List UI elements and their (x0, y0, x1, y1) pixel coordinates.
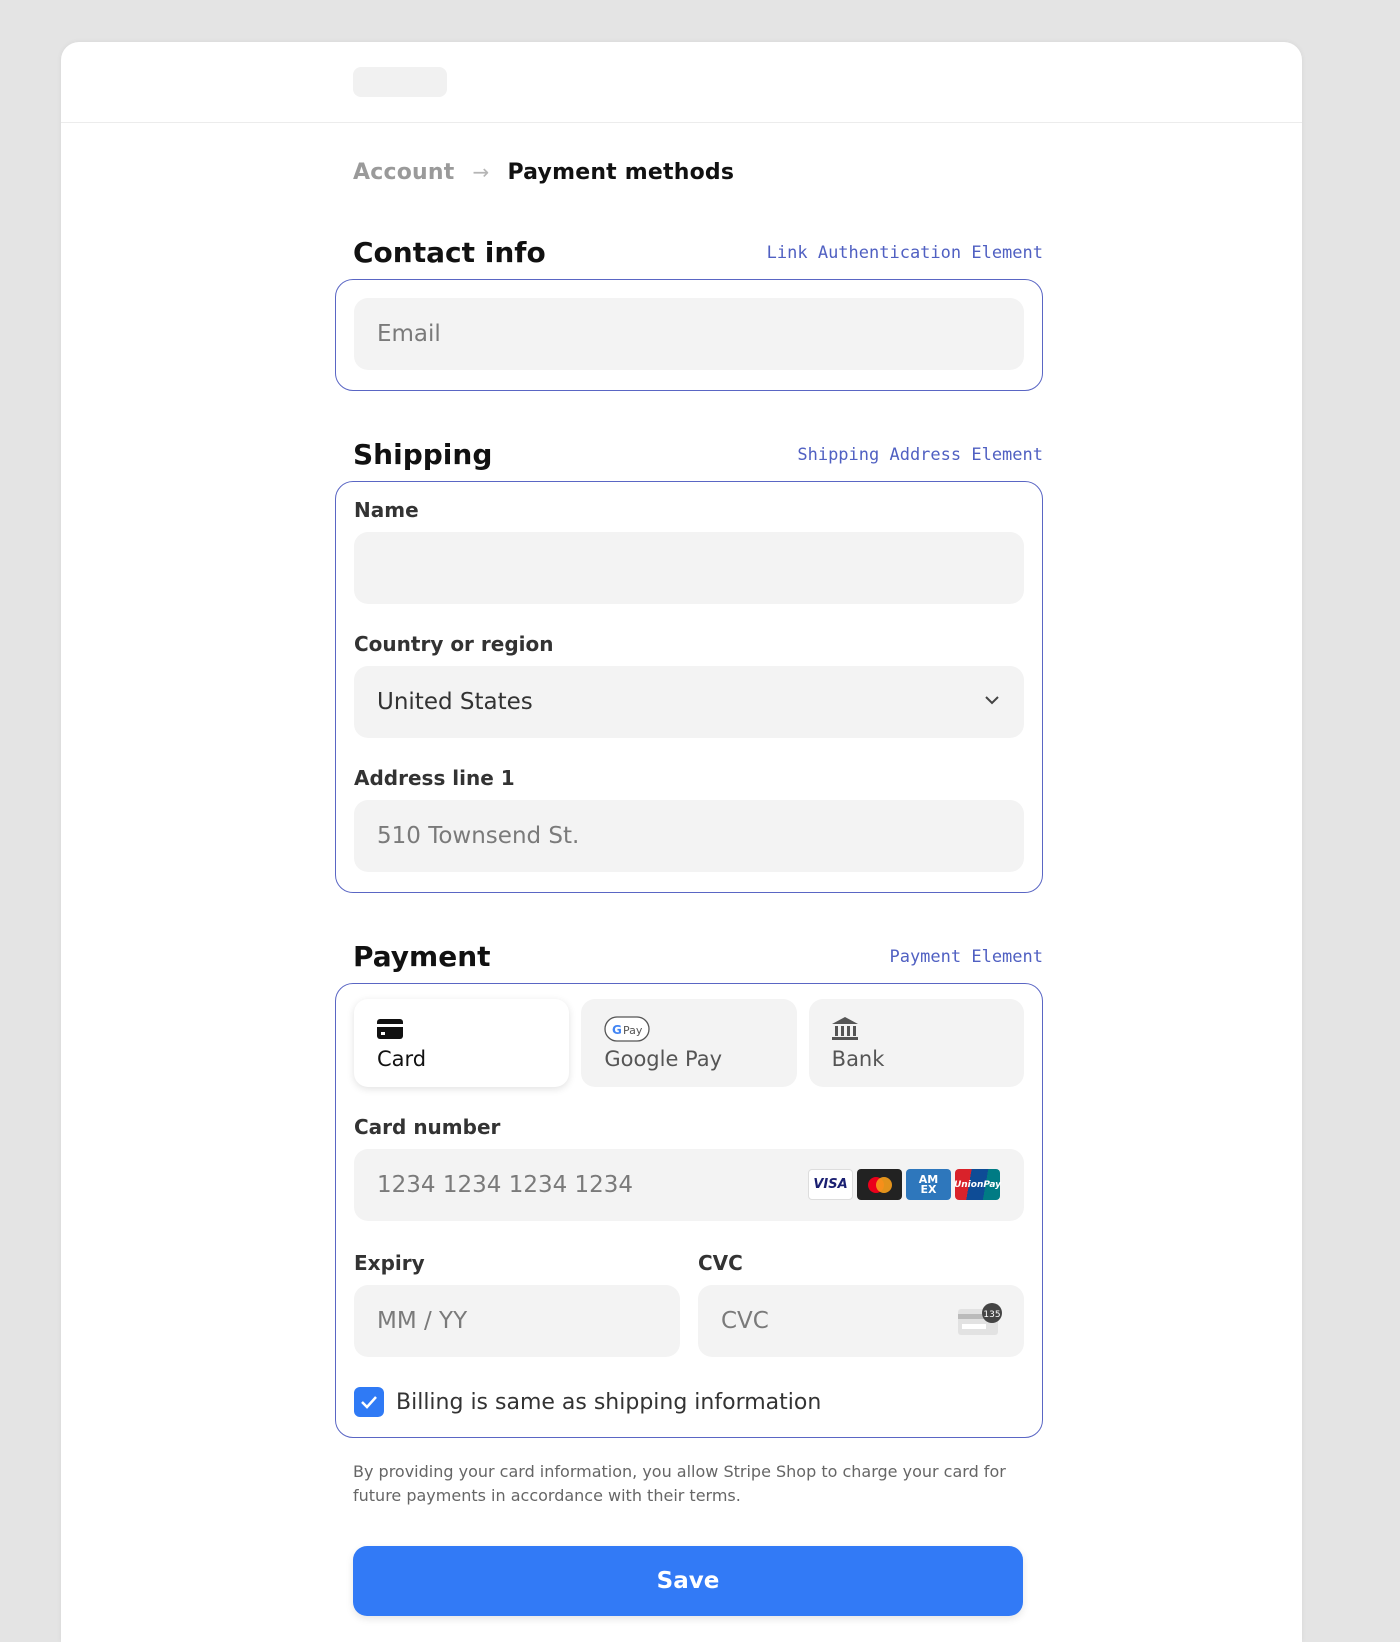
cvc-input[interactable]: CVC 135 (698, 1285, 1024, 1357)
expiry-label: Expiry (354, 1251, 425, 1275)
breadcrumb: Account → Payment methods (353, 157, 1023, 187)
checkmark-icon (361, 1396, 377, 1409)
contact-panel: Email (335, 279, 1043, 391)
contact-element-tag: Link Authentication Element (766, 243, 1043, 263)
cvc-label: CVC (698, 1251, 743, 1275)
name-input[interactable] (354, 532, 1024, 604)
billing-same-label[interactable]: Billing is same as shipping information (396, 1390, 821, 1415)
main-content: Account → Payment methods Contact info L… (335, 123, 1043, 1616)
contact-title: Contact info (353, 236, 546, 269)
card-number-placeholder: 1234 1234 1234 1234 (377, 1172, 634, 1198)
address-label: Address line 1 (354, 766, 515, 790)
top-bar (61, 42, 1302, 123)
shipping-section-header: Shipping Shipping Address Element (353, 427, 1043, 471)
cvc-placeholder: CVC (721, 1308, 769, 1334)
country-value: United States (377, 689, 533, 715)
name-label: Name (354, 498, 419, 522)
shipping-element-tag: Shipping Address Element (797, 445, 1043, 465)
arrow-right-icon: → (472, 160, 490, 184)
logo-placeholder (353, 67, 447, 97)
app-window: Account → Payment methods Contact info L… (61, 42, 1302, 1642)
card-number-label: Card number (354, 1115, 501, 1139)
tab-bank-label: Bank (831, 1047, 885, 1071)
contact-section-header: Contact info Link Authentication Element (353, 225, 1043, 269)
tab-google-pay-label: Google Pay (604, 1047, 723, 1071)
country-select[interactable]: United States (354, 666, 1024, 738)
svg-text:G: G (612, 1023, 622, 1037)
address-input[interactable]: 510 Townsend St. (354, 800, 1024, 872)
card-terms-disclaimer: By providing your card information, you … (353, 1462, 1006, 1505)
expiry-input[interactable]: MM / YY (354, 1285, 680, 1357)
tab-google-pay[interactable]: G Pay Google Pay (581, 999, 797, 1087)
bank-icon (831, 1015, 1001, 1043)
card-number-input[interactable]: 1234 1234 1234 1234 VISA AM EX UnionPay (354, 1149, 1024, 1221)
tab-card-label: Card (377, 1047, 427, 1071)
unionpay-icon: UnionPay (954, 1169, 1001, 1200)
payment-panel: Card G Pay Google Pay Bank Card number 1… (335, 983, 1043, 1438)
chevron-down-icon (985, 696, 999, 705)
svg-text:Pay: Pay (623, 1024, 643, 1037)
billing-same-checkbox[interactable] (354, 1387, 384, 1417)
shipping-panel: Name Country or region United States Add… (335, 481, 1043, 893)
cvc-hint-icon: 135 (958, 1303, 1002, 1335)
save-button[interactable]: Save (353, 1546, 1023, 1616)
card-brands: VISA AM EX UnionPay (808, 1169, 1001, 1200)
country-label: Country or region (354, 632, 554, 656)
payment-element-tag: Payment Element (889, 947, 1043, 967)
payment-section-header: Payment Payment Element (353, 929, 1043, 973)
mastercard-icon (857, 1169, 902, 1200)
payment-title: Payment (353, 940, 491, 973)
visa-icon: VISA (808, 1169, 853, 1200)
tab-card[interactable]: Card (354, 999, 570, 1087)
payment-method-tabs: Card G Pay Google Pay Bank (354, 999, 1024, 1087)
amex-icon: AM EX (906, 1169, 951, 1200)
svg-text:135: 135 (983, 1310, 1000, 1320)
credit-card-icon (377, 1015, 546, 1043)
shipping-title: Shipping (353, 438, 493, 471)
email-input[interactable]: Email (354, 298, 1024, 370)
breadcrumb-account-link[interactable]: Account (353, 160, 454, 185)
google-pay-icon: G Pay (604, 1015, 773, 1043)
billing-same-row: Billing is same as shipping information (354, 1387, 1024, 1417)
expiry-cvc-row: Expiry MM / YY CVC CVC 135 (354, 1249, 1024, 1357)
tab-bank[interactable]: Bank (808, 999, 1024, 1087)
breadcrumb-current: Payment methods (507, 159, 735, 185)
